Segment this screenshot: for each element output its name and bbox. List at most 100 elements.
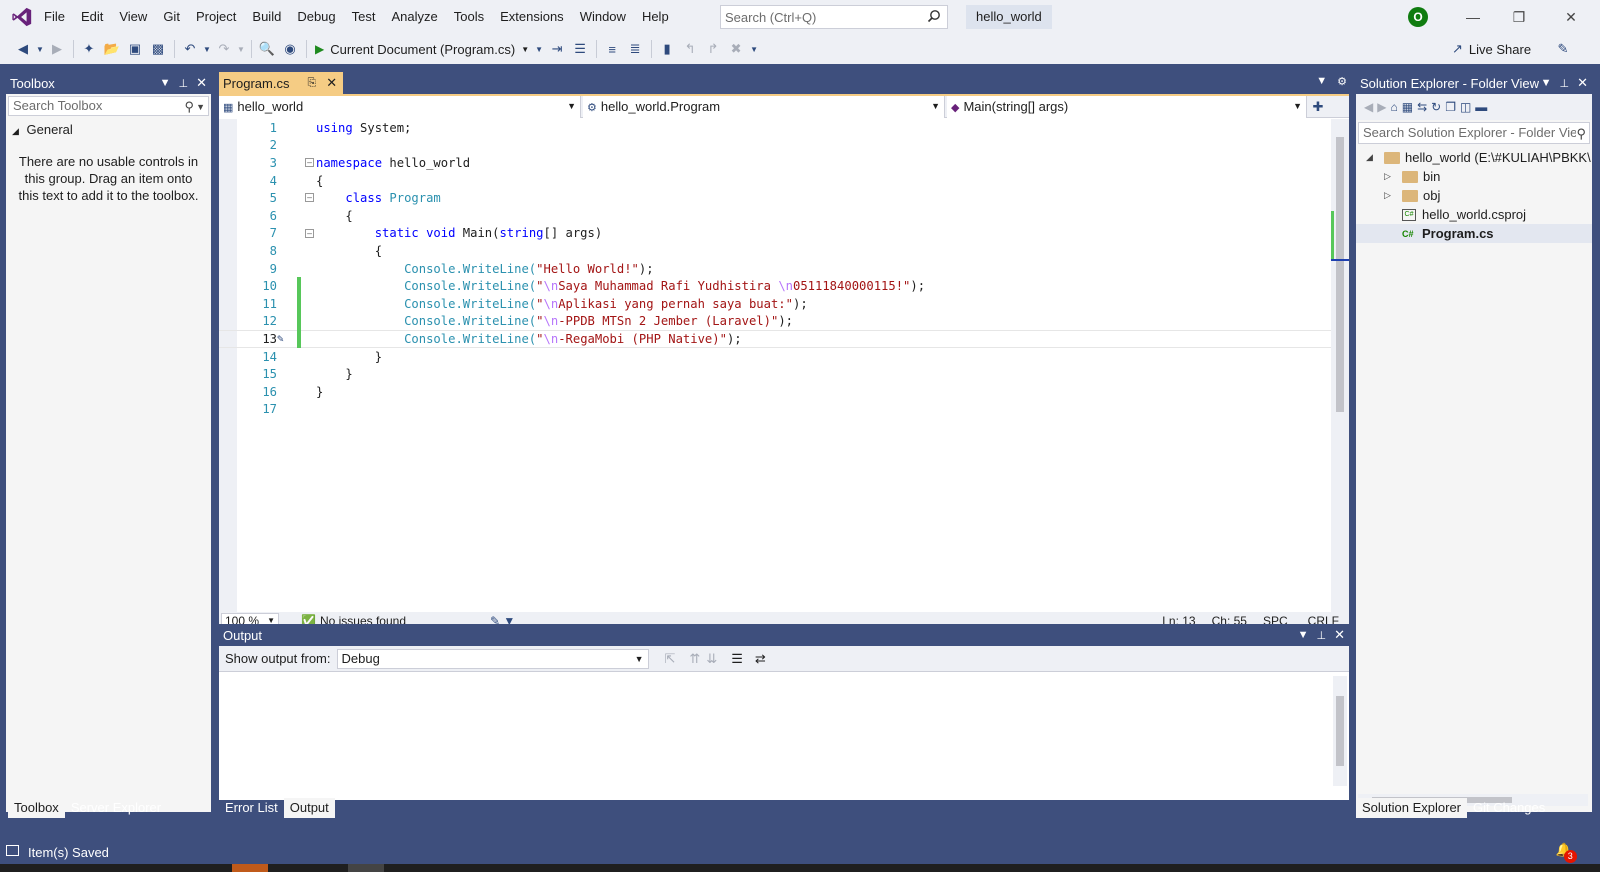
menu-build[interactable]: Build	[244, 0, 289, 34]
tab-toolbox[interactable]: Toolbox	[8, 798, 65, 818]
toolbar-options-icon[interactable]: ▼	[533, 38, 545, 60]
collapse-region-icon[interactable]: –	[305, 228, 314, 238]
previous-message-icon[interactable]: ⇈	[689, 651, 700, 667]
menu-analyze[interactable]: Analyze	[383, 0, 445, 34]
account-avatar[interactable]: O	[1408, 7, 1428, 27]
menu-window[interactable]: Window	[572, 0, 634, 34]
tree-item-csproj[interactable]: C# hello_world.csproj	[1356, 205, 1592, 224]
show-all-files-icon[interactable]: ◫	[1460, 100, 1471, 114]
go-to-location-icon[interactable]: ⇱	[665, 651, 676, 667]
prev-bookmark-icon[interactable]: ↰	[679, 38, 701, 60]
save-all-icon[interactable]: ▩	[147, 38, 169, 60]
menu-view[interactable]: View	[111, 0, 155, 34]
pin-icon[interactable]: ⎘	[307, 77, 316, 90]
pin-icon[interactable]: ⊥	[1560, 77, 1570, 90]
tab-program-cs[interactable]: Program.cs ⎘ ✕	[219, 72, 344, 94]
settings-gear-icon[interactable]: ⚙	[1337, 75, 1347, 88]
next-bookmark-icon[interactable]: ↱	[702, 38, 724, 60]
indent-icon[interactable]: ≡	[601, 38, 623, 60]
open-file-icon[interactable]: 📂	[101, 38, 123, 60]
redo-dropdown-icon[interactable]: ▼	[236, 38, 246, 60]
next-message-icon[interactable]: ⇊	[706, 651, 717, 667]
clear-bookmarks-icon[interactable]: ✖	[725, 38, 747, 60]
tab-solution-explorer[interactable]: Solution Explorer	[1356, 798, 1467, 818]
quick-actions-brush-icon[interactable]: ✎	[277, 332, 284, 345]
scrollbar-thumb[interactable]	[1336, 137, 1344, 412]
output-vertical-scrollbar[interactable]	[1333, 676, 1347, 786]
tree-item-root[interactable]: ◢ hello_world (E:\#KULIAH\PBKK\	[1356, 148, 1592, 167]
navigate-back-icon[interactable]: ◀	[12, 38, 34, 60]
solution-explorer-search-input[interactable]: Search Solution Explorer - Folder Vie ⚲	[1358, 122, 1590, 144]
output-text-area[interactable]	[219, 672, 1349, 800]
dropdown-arrow-icon[interactable]: ▼	[35, 38, 45, 60]
refresh-icon[interactable]: ↻	[1431, 100, 1441, 114]
tab-error-list[interactable]: Error List	[219, 798, 284, 818]
close-icon[interactable]: ✕	[1577, 75, 1588, 91]
taskbar-app[interactable]	[232, 864, 268, 872]
home-icon[interactable]: ⌂	[1390, 100, 1397, 114]
notifications-bell-icon[interactable]: 🔔 3	[1556, 842, 1577, 863]
tab-overflow-icon[interactable]: ▼	[1316, 75, 1327, 88]
navigate-forward-icon[interactable]: ▶	[46, 38, 68, 60]
window-position-icon[interactable]: ▼	[1298, 629, 1309, 641]
tree-item-bin[interactable]: ▷ bin	[1356, 167, 1592, 186]
tab-server-explorer[interactable]: Server Explorer	[65, 798, 167, 818]
menu-file[interactable]: File	[44, 0, 73, 34]
menu-tools[interactable]: Tools	[446, 0, 492, 34]
expand-arrow-icon[interactable]: ▷	[1384, 171, 1398, 182]
menu-help[interactable]: Help	[634, 0, 677, 34]
find-in-files-icon[interactable]: 🔍	[256, 38, 278, 60]
menu-test[interactable]: Test	[344, 0, 384, 34]
code-area[interactable]: 1 using System; 2 3 – namespace hello_wo…	[219, 119, 1331, 612]
bookmark-icon[interactable]: ▮	[656, 38, 678, 60]
start-debugging-button[interactable]: ▶ Current Document (Program.cs) ▼	[311, 38, 533, 60]
undo-icon[interactable]: ↶	[179, 38, 201, 60]
menu-debug[interactable]: Debug	[289, 0, 343, 34]
collapse-all-icon[interactable]: ❐	[1445, 100, 1456, 114]
output-source-dropdown[interactable]: Debug ▼	[336, 648, 649, 669]
tab-output[interactable]: Output	[283, 798, 335, 818]
step-over-icon[interactable]: ⇥	[546, 38, 568, 60]
menu-edit[interactable]: Edit	[73, 0, 111, 34]
pin-icon[interactable]: ⊥	[1317, 629, 1327, 642]
tree-item-obj[interactable]: ▷ obj	[1356, 186, 1592, 205]
outdent-icon[interactable]: ≣	[624, 38, 646, 60]
taskbar-app[interactable]	[348, 864, 384, 872]
toolbar-overflow-icon[interactable]: ▼	[748, 38, 760, 60]
clear-all-icon[interactable]: ☰	[731, 651, 743, 667]
member-dropdown[interactable]: ◆ Main(string[] args) ▼	[947, 96, 1307, 118]
toolbox-search-input[interactable]: Search Toolbox ⚲ ▼	[8, 96, 209, 116]
restore-icon[interactable]: ❐	[1496, 0, 1542, 34]
minimize-icon[interactable]: —	[1450, 0, 1496, 34]
close-window-icon[interactable]: ✕	[1548, 0, 1594, 34]
undo-dropdown-icon[interactable]: ▼	[202, 38, 212, 60]
pin-icon[interactable]: ⊥	[179, 77, 189, 90]
sync-icon[interactable]: ⇆	[1417, 100, 1427, 114]
collapse-region-icon[interactable]: –	[305, 193, 314, 203]
expand-arrow-icon[interactable]: ▷	[1384, 190, 1398, 201]
collapse-region-icon[interactable]: –	[305, 158, 314, 168]
split-window-icon[interactable]: ✚	[1309, 96, 1327, 117]
menu-extensions[interactable]: Extensions	[492, 0, 572, 34]
word-wrap-icon[interactable]: ⇄	[755, 651, 766, 667]
close-icon[interactable]: ✕	[1334, 627, 1345, 643]
forward-icon[interactable]: ▶	[1377, 100, 1386, 114]
menu-git[interactable]: Git	[155, 0, 188, 34]
switch-views-icon[interactable]: ▦	[1402, 100, 1413, 114]
type-dropdown[interactable]: ⚙ hello_world.Program ▼	[583, 96, 945, 118]
close-icon[interactable]: ✕	[196, 75, 207, 91]
redo-icon[interactable]: ↷	[213, 38, 235, 60]
project-dropdown[interactable]: ▦ hello_world ▼	[219, 96, 581, 118]
new-project-icon[interactable]: ✦	[78, 38, 100, 60]
menu-project[interactable]: Project	[188, 0, 244, 34]
toolbox-group-general[interactable]: ◢ General	[6, 118, 211, 141]
back-icon[interactable]: ◀	[1364, 100, 1373, 114]
close-tab-icon[interactable]: ✕	[326, 75, 337, 91]
expand-arrow-icon[interactable]: ◢	[1366, 152, 1380, 163]
feedback-icon[interactable]: ✎	[1552, 38, 1574, 60]
chevron-down-icon[interactable]: ▼	[196, 98, 205, 116]
screenshot-icon[interactable]: ◉	[279, 38, 301, 60]
solution-explorer-icon[interactable]: ☰	[569, 38, 591, 60]
tab-git-changes[interactable]: Git Changes	[1467, 798, 1551, 818]
search-input[interactable]: Search (Ctrl+Q)	[720, 5, 948, 29]
